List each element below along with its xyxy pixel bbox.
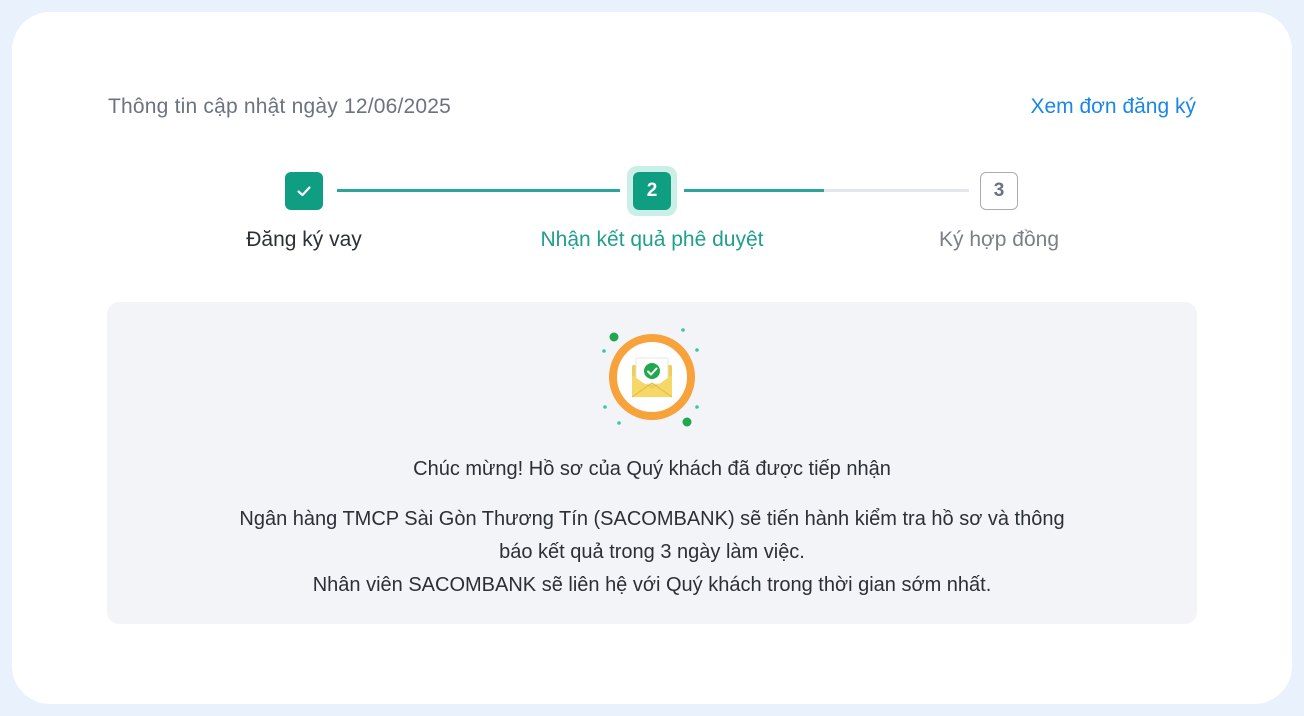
update-date-text: Thông tin cập nhật ngày 12/06/2025 — [108, 95, 452, 118]
step-1-indicator — [285, 172, 323, 210]
view-application-link[interactable]: Xem đơn đăng ký — [1030, 95, 1196, 119]
step-3-indicator: 3 — [980, 172, 1018, 210]
stepper-line-progress — [684, 189, 824, 192]
step-3-label: Ký hợp đồng — [938, 228, 1060, 251]
step-2-indicator: 2 — [633, 172, 671, 210]
check-icon — [297, 186, 311, 197]
step-2-label: Nhận kết quả phê duyệt — [540, 228, 764, 251]
result-message-line: Ngân hàng TMCP Sài Gòn Thương Tín (SACOM… — [239, 508, 1065, 530]
step-1-label: Đăng ký vay — [246, 228, 362, 251]
stepper-line-pending — [824, 189, 969, 192]
result-message-line: báo kết quả trong 3 ngày làm việc. — [499, 541, 805, 563]
stepper-line-completed — [337, 189, 620, 192]
envelope-check-icon — [602, 328, 699, 427]
result-message: Ngân hàng TMCP Sài Gòn Thương Tín (SACOM… — [150, 503, 1154, 602]
result-title: Chúc mừng! Hồ sơ của Quý khách đã được t… — [413, 458, 891, 480]
result-message-line: Nhân viên SACOMBANK sẽ liên hệ với Quý k… — [312, 574, 992, 596]
